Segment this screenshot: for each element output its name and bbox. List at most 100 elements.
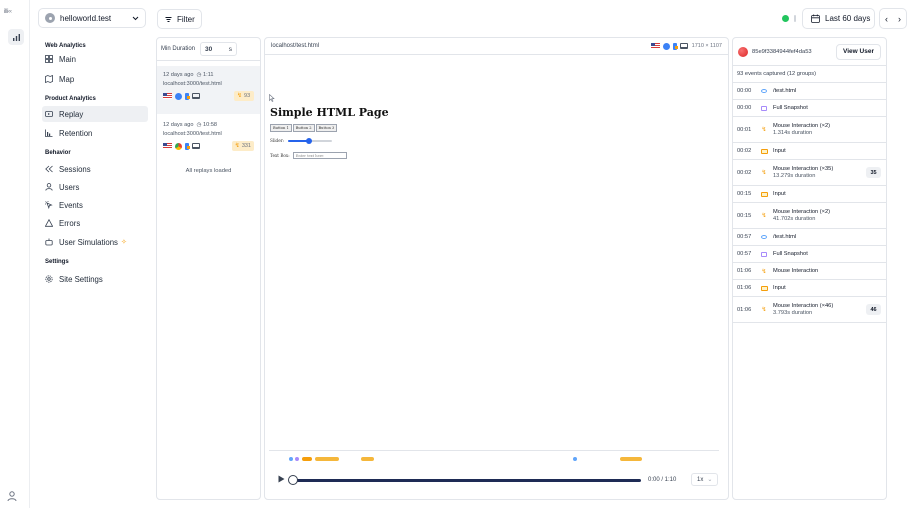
live-status-indicator (782, 15, 789, 22)
filter-button[interactable]: Filter (157, 9, 202, 29)
event-label-group: Input (773, 191, 786, 198)
os-icon (672, 42, 678, 50)
event-label: Input (773, 147, 786, 154)
sidebar-item-map[interactable]: Map (43, 71, 150, 87)
event-markers[interactable] (269, 457, 719, 462)
playback-time: 0:00 / 1:10 (648, 477, 677, 483)
event-label-group: Input (773, 285, 786, 292)
event-label-group: Mouse Interaction (773, 268, 818, 275)
analytics-rail-button[interactable] (8, 29, 24, 45)
dashboard-icon (45, 55, 53, 63)
event-row[interactable]: 01:06 ↯ Mouse Interaction (×46) 3.793s dura… (733, 297, 886, 323)
sidebar-item-label: User Simulations (59, 237, 118, 247)
recorded-button-2: Button 2 (292, 124, 315, 132)
events-summary: 93 events captured (12 groups) (733, 66, 886, 83)
sidebar-item-errors[interactable]: Errors (43, 215, 150, 231)
users-icon (45, 183, 53, 191)
viewport-size: 1710 × 1107 (691, 43, 722, 49)
recorded-button-group: Button 1 Button 2 Button 3 (270, 124, 338, 132)
event-row[interactable]: 00:02 ↯ Mouse Interaction (×35) 13.279s dur… (733, 160, 886, 186)
user-icon (7, 491, 17, 502)
recorded-slider-knob (306, 137, 313, 144)
site-selector[interactable]: helloworld.test (38, 8, 146, 28)
sidebar-item-retention[interactable]: Retention (43, 125, 150, 141)
event-row[interactable]: 00:57/test.html (733, 229, 886, 246)
keyboard-input-icon (760, 191, 768, 197)
playback-speed-select[interactable]: 1x ⌄ (691, 473, 718, 486)
all-loaded-label: All replays loaded (185, 168, 232, 174)
os-icon (185, 142, 190, 150)
site-favicon-icon (45, 13, 55, 23)
sidebar-item-events[interactable]: Events (43, 197, 150, 213)
filter-icon (165, 16, 172, 22)
view-user-button[interactable]: View User (836, 43, 881, 60)
recorded-button-3: Button 3 (315, 124, 338, 132)
min-duration-unit: s (228, 45, 233, 53)
event-row[interactable]: 01:06 Input (733, 280, 886, 297)
playback-speed-value: 1x (697, 476, 704, 483)
event-row[interactable]: 00:02 Input (733, 143, 886, 160)
timeline-marker (295, 457, 299, 461)
min-duration-input[interactable]: 30 s (200, 42, 238, 56)
event-time: 01:06 (737, 268, 752, 274)
sidebar-item-site-settings[interactable]: Site Settings (43, 271, 150, 287)
browser-icon (662, 42, 670, 50)
sidebar-item-label: Main (59, 54, 76, 64)
event-label-group: Mouse Interaction (×2) 1.314s duration (773, 123, 830, 136)
eye-icon (760, 235, 768, 239)
date-nav-group: ‹ › (879, 8, 907, 29)
events-list: 00:00/test.html 00:00 Full Snapshot 00:01 ↯ M… (733, 83, 886, 323)
event-time: 00:00 (737, 88, 752, 94)
sidebar-item-sessions[interactable]: Sessions (43, 161, 150, 177)
playback-progress-bar[interactable] (291, 479, 641, 482)
event-row[interactable]: 00:00 Full Snapshot (733, 100, 886, 117)
sidebar-item-replay[interactable]: Replay (42, 106, 148, 122)
event-label: Full Snapshot (773, 250, 808, 257)
cursor-click-icon (45, 201, 53, 209)
timeline-marker (361, 457, 374, 461)
replay-list-item[interactable]: 12 days ago ◷ 1:11 localhost:3000/test.h… (157, 66, 260, 114)
chevron-down-icon: ⌄ (707, 477, 713, 483)
playback-scrub-handle[interactable] (288, 475, 298, 485)
event-row[interactable]: 00:15 ↯ Mouse Interaction (×2) 41.702s dura… (733, 203, 886, 229)
player-url-bar: localhost/test.html 1710 × 1107 (265, 38, 728, 55)
sidebar-item-label: Replay (59, 109, 84, 119)
event-duration: 1.314s duration (773, 130, 813, 136)
min-duration-value: 30 (205, 45, 213, 53)
event-duration: 13.279s duration (773, 173, 816, 179)
date-range-picker[interactable]: Last 60 days (802, 8, 875, 29)
sidebar-item-main[interactable]: Main (43, 51, 150, 67)
mouse-click-icon: ↯ (761, 268, 767, 275)
live-status-separator (794, 15, 796, 22)
event-label-group: Full Snapshot (773, 251, 808, 258)
event-row[interactable]: 00:15 Input (733, 186, 886, 203)
account-button[interactable] (7, 491, 17, 502)
event-duration: 41.702s duration (773, 216, 816, 222)
replay-time: 12 days ago (163, 72, 194, 78)
event-label: Input (773, 190, 786, 197)
keyboard-input-icon (760, 285, 768, 291)
sparkle-icon: ✧ (120, 239, 127, 246)
event-row[interactable]: 00:57 Full Snapshot (733, 246, 886, 263)
site-selector-value: helloworld.test (60, 13, 112, 23)
sidebar-item-label: Sessions (59, 164, 91, 174)
us-flag-icon (163, 93, 172, 99)
sidebar-item-user-simulations[interactable]: User Simulations ✧ (43, 234, 150, 250)
event-row[interactable]: 00:00/test.html (733, 83, 886, 100)
previous-period-button[interactable]: ‹ (885, 14, 888, 24)
date-range-label: Last 60 days (825, 14, 871, 23)
play-icon[interactable] (278, 475, 285, 483)
replay-list-item[interactable]: 12 days ago ◷ 10:58 localhost:3000/test.… (157, 116, 260, 164)
event-label: Full Snapshot (773, 104, 808, 111)
recorded-textbox-input: Enter text here (292, 152, 347, 159)
calendar-icon (811, 14, 820, 23)
timeline-marker (620, 457, 642, 461)
snapshot-icon (760, 251, 768, 257)
bot-icon (45, 238, 53, 246)
event-row[interactable]: 00:01 ↯ Mouse Interaction (×2) 1.314s durat… (733, 117, 886, 143)
next-period-button[interactable]: › (898, 14, 901, 24)
event-row[interactable]: 01:06 ↯ Mouse Interaction (733, 263, 886, 280)
sidebar-item-users[interactable]: Users (43, 179, 150, 195)
us-flag-icon (163, 143, 172, 149)
min-duration-filter: Min Duration 30 s (157, 38, 260, 61)
